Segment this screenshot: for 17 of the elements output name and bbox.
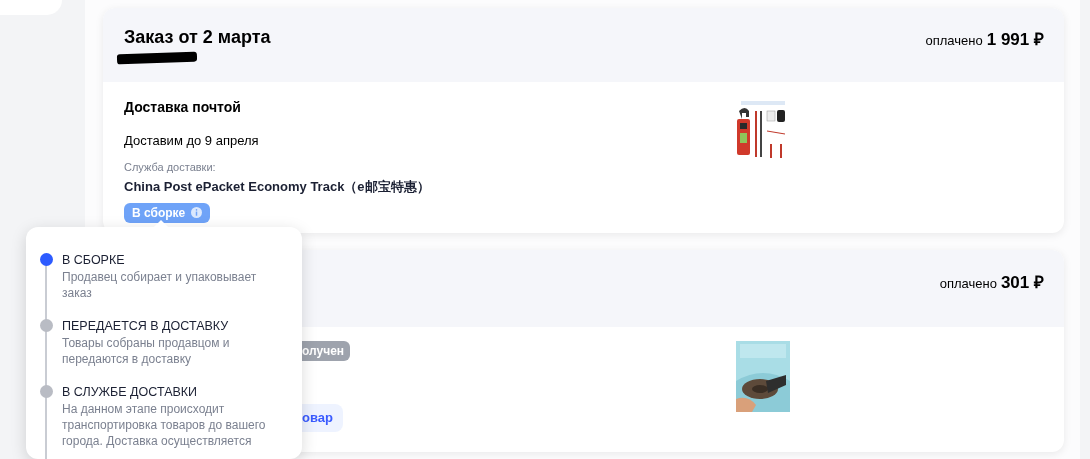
delivery-title: Доставка почтой <box>124 98 242 117</box>
step-title: ПЕРЕДАЕТСЯ В ДОСТАВКУ <box>62 318 230 334</box>
step-description: Товары собраны продавцом и передаются в доставку <box>62 335 231 367</box>
service-name: China Post ePacket Economy Track（e邮宝特惠） <box>124 178 431 196</box>
step-title: В СБОРКЕ <box>62 252 126 268</box>
service-label: Служба доставки: <box>124 159 217 175</box>
order-title: Заказ от 2 марта <box>124 26 271 48</box>
paid-label: оплачено <box>925 32 983 50</box>
step-description: Продавец собирает и упаковывает заказ <box>62 269 258 301</box>
info-icon <box>191 207 203 218</box>
paid-amount: 1 991 ₽ <box>986 29 1044 51</box>
paid-amount: 301 ₽ <box>1000 272 1044 294</box>
status-badge[interactable]: В сборке <box>124 202 211 223</box>
step-description: На данном этапе происходит транспортировка товаров до вашего города. Доставка осуществляется <box>62 401 267 449</box>
step-title: В СЛУЖБЕ ДОСТАВКИ <box>62 384 199 400</box>
paid-label: оплачено <box>939 275 997 293</box>
delivery-date: Доставим до 9 апреля <box>124 132 260 150</box>
